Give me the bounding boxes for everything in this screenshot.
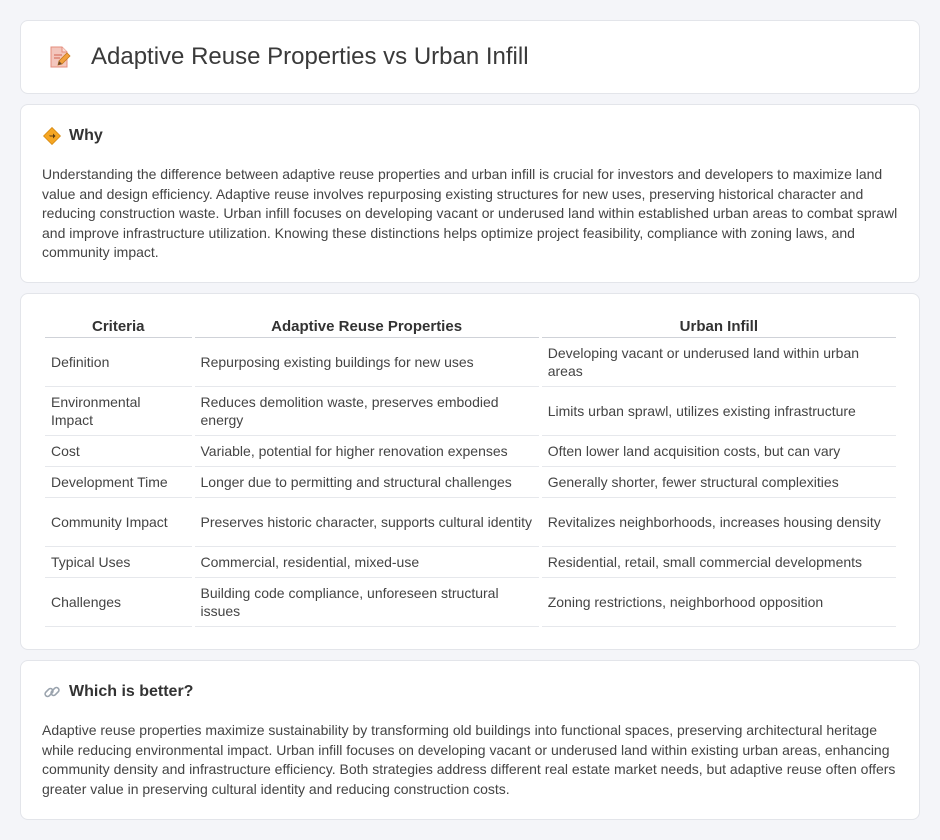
infill-cell: Developing vacant or underused land with… bbox=[541, 338, 896, 387]
table-row: Community Impact Preserves historic char… bbox=[45, 498, 896, 547]
criteria-cell: Cost bbox=[45, 436, 192, 467]
table-row: Development Time Longer due to permittin… bbox=[45, 467, 896, 498]
table-row: Environmental Impact Reduces demolition … bbox=[45, 387, 896, 436]
comparison-section: Criteria Adaptive Reuse Properties Urban… bbox=[20, 293, 920, 650]
table-header-row: Criteria Adaptive Reuse Properties Urban… bbox=[45, 316, 896, 338]
page-title: Adaptive Reuse Properties vs Urban Infil… bbox=[91, 43, 529, 70]
comparison-table: Criteria Adaptive Reuse Properties Urban… bbox=[42, 316, 899, 627]
infill-cell: Zoning restrictions, neighborhood opposi… bbox=[541, 578, 896, 627]
table-row: Challenges Building code compliance, unf… bbox=[45, 578, 896, 627]
diamond-sign-icon bbox=[42, 126, 62, 146]
adaptive-cell: Reduces demolition waste, preserves embo… bbox=[194, 387, 539, 436]
infill-cell: Limits urban sprawl, utilizes existing i… bbox=[541, 387, 896, 436]
table-row: Cost Variable, potential for higher reno… bbox=[45, 436, 896, 467]
document-edit-icon bbox=[47, 45, 71, 69]
criteria-cell: Development Time bbox=[45, 467, 192, 498]
column-header-criteria: Criteria bbox=[45, 316, 192, 338]
table-row: Definition Repurposing existing building… bbox=[45, 338, 896, 387]
which-better-heading: Which is better? bbox=[43, 683, 193, 701]
adaptive-cell: Building code compliance, unforeseen str… bbox=[194, 578, 539, 627]
adaptive-cell: Preserves historic character, supports c… bbox=[194, 498, 539, 547]
criteria-cell: Definition bbox=[45, 338, 192, 387]
criteria-cell: Challenges bbox=[45, 578, 192, 627]
column-header-infill: Urban Infill bbox=[541, 316, 896, 338]
why-title: Why bbox=[69, 127, 103, 144]
criteria-cell: Community Impact bbox=[45, 498, 192, 547]
which-better-title: Which is better? bbox=[69, 683, 194, 700]
header-card: Adaptive Reuse Properties vs Urban Infil… bbox=[20, 20, 920, 94]
adaptive-cell: Longer due to permitting and structural … bbox=[194, 467, 539, 498]
adaptive-cell: Commercial, residential, mixed-use bbox=[194, 547, 539, 578]
infill-cell: Revitalizes neighborhoods, increases hou… bbox=[541, 498, 896, 547]
column-header-adaptive: Adaptive Reuse Properties bbox=[194, 316, 539, 338]
criteria-cell: Typical Uses bbox=[45, 547, 192, 578]
infill-cell: Often lower land acquisition costs, but … bbox=[541, 436, 896, 467]
adaptive-cell: Variable, potential for higher renovatio… bbox=[194, 436, 539, 467]
adaptive-cell: Repurposing existing buildings for new u… bbox=[194, 338, 539, 387]
infill-cell: Generally shorter, fewer structural comp… bbox=[541, 467, 896, 498]
why-section: Why Understanding the difference between… bbox=[20, 104, 920, 283]
why-heading: Why bbox=[42, 126, 103, 146]
title-row: Adaptive Reuse Properties vs Urban Infil… bbox=[47, 43, 529, 71]
which-better-section: Which is better? Adaptive reuse properti… bbox=[20, 660, 920, 820]
which-better-text: Adaptive reuse properties maximize susta… bbox=[42, 722, 896, 797]
infill-cell: Residential, retail, small commercial de… bbox=[541, 547, 896, 578]
criteria-cell: Environmental Impact bbox=[45, 387, 192, 436]
table-row: Typical Uses Commercial, residential, mi… bbox=[45, 547, 896, 578]
link-icon bbox=[43, 683, 61, 701]
why-text: Understanding the difference between ada… bbox=[42, 166, 898, 261]
